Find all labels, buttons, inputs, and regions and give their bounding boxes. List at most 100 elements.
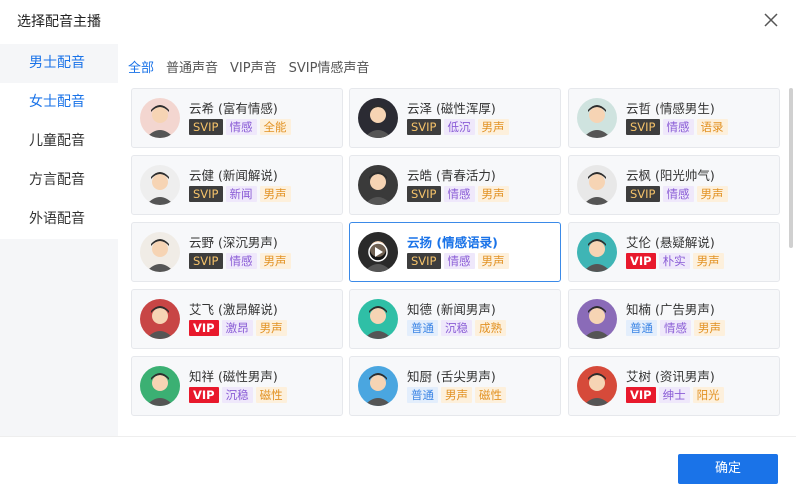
voice-card[interactable]: 云野 (深沉男声) SVIP 情感 男声 [131,222,343,282]
voice-tags: 普通 情感 男声 [626,320,725,336]
dialog-header: 选择配音主播 [0,0,796,44]
sidebar-item-dialect[interactable]: 方言配音 [0,161,118,200]
voice-tag-badge: 普通 [626,320,657,336]
voice-tags: VIP 沉稳 磁性 [189,387,287,403]
voice-tag-badge: 成熟 [475,320,506,336]
sidebar-item-foreign[interactable]: 外语配音 [0,200,118,239]
voice-name: 知厨 (舌尖男声) [407,369,496,384]
voice-tag-badge: VIP [626,253,656,269]
voice-tag-badge: 情感 [660,320,691,336]
voice-card[interactable]: 知厨 (舌尖男声) 普通 男声 磁性 [349,356,561,416]
avatar [577,232,617,272]
voice-name: 知德 (新闻男声) [407,302,496,317]
voice-tags: VIP 绅士 阳光 [626,387,724,403]
voice-card[interactable]: 艾树 (资讯男声) VIP 绅士 阳光 [568,356,780,416]
voice-name: 云健 (新闻解说) [189,168,278,183]
voice-tag-badge: 磁性 [475,387,506,403]
tab-all[interactable]: 全部 [128,57,154,77]
voice-tag-badge: 语录 [696,119,728,135]
voice-tag-badge: 情感 [662,186,694,202]
voice-card[interactable]: 艾飞 (激昂解说) VIP 激昂 男声 [131,289,343,349]
avatar [577,299,617,339]
voice-card[interactable]: 云扬 (情感语录) SVIP 情感 男声 [349,222,561,282]
sidebar-item-male[interactable]: 男士配音 [0,44,118,83]
voice-tags: SVIP 低沉 男声 [407,119,509,135]
avatar [358,98,398,138]
voice-tag-badge: 朴实 [658,253,690,269]
close-icon[interactable] [762,11,780,29]
avatar [140,165,180,205]
voice-tag-badge: SVIP [407,186,441,202]
voice-card[interactable]: 艾伦 (悬疑解说) VIP 朴实 男声 [568,222,780,282]
voice-card[interactable]: 知祥 (磁性男声) VIP 沉稳 磁性 [131,356,343,416]
voice-name: 知楠 (广告男声) [626,302,715,317]
voice-tag-badge: SVIP [407,119,441,135]
voice-tag-badge: 男声 [696,186,728,202]
voice-name: 艾飞 (激昂解说) [189,302,278,317]
voice-tags: SVIP 情感 男声 [626,186,728,202]
voice-name: 云哲 (情感男生) [626,101,715,116]
voice-name: 知祥 (磁性男声) [189,369,278,384]
voice-card[interactable]: 云皓 (青春活力) SVIP 情感 男声 [349,155,561,215]
voice-tags: 普通 沉稳 成熟 [407,320,506,336]
voice-card[interactable]: 云哲 (情感男生) SVIP 情感 语录 [568,88,780,148]
voice-name: 艾伦 (悬疑解说) [626,235,715,250]
category-sidebar: 男士配音 女士配音 儿童配音 方言配音 外语配音 [0,44,118,436]
voice-picker-dialog: 选择配音主播 男士配音 女士配音 儿童配音 方言配音 外语配音 全部 普通声音 … [0,0,796,497]
voice-tag-badge: 男声 [259,253,291,269]
avatar [140,232,180,272]
voice-card[interactable]: 云枫 (阳光帅气) SVIP 情感 男声 [568,155,780,215]
voice-tags: 普通 男声 磁性 [407,387,506,403]
voice-card[interactable]: 云健 (新闻解说) SVIP 新闻 男声 [131,155,343,215]
voice-card[interactable]: 知德 (新闻男声) 普通 沉稳 成熟 [349,289,561,349]
grid-scrollbar[interactable] [789,88,793,248]
voice-tag-badge: 男声 [255,320,287,336]
voice-tag-badge: 低沉 [443,119,475,135]
sidebar-item-female[interactable]: 女士配音 [0,83,118,122]
confirm-button[interactable]: 确定 [678,454,778,484]
tab-vip[interactable]: VIP声音 [230,57,277,77]
voice-card[interactable]: 知楠 (广告男声) 普通 情感 男声 [568,289,780,349]
voice-tag-badge: 沉稳 [221,387,253,403]
voice-tag-badge: SVIP [189,253,223,269]
voice-tag-badge: 普通 [407,320,438,336]
voice-name: 艾树 (资讯男声) [626,369,715,384]
voice-tag-badge: VIP [626,387,656,403]
voice-tag-badge: 男声 [692,253,724,269]
voice-name: 云希 (富有情感) [189,101,278,116]
voice-tags: SVIP 情感 男声 [407,186,509,202]
voice-name: 云枫 (阳光帅气) [626,168,715,183]
voice-tag-badge: 磁性 [255,387,287,403]
voice-tag-badge: 男声 [477,186,509,202]
voice-tag-badge: SVIP [189,119,223,135]
voice-tag-badge: 情感 [225,253,257,269]
sidebar-item-child[interactable]: 儿童配音 [0,122,118,161]
voice-tags: VIP 激昂 男声 [189,320,287,336]
avatar [358,299,398,339]
voice-tag-badge: 新闻 [225,186,257,202]
voice-grid: 云希 (富有情感) SVIP 情感 全能 云泽 (磁性浑厚) SVIP 低沉 男声 云哲 (情感… [131,88,781,436]
avatar [358,165,398,205]
avatar [577,98,617,138]
tab-normal[interactable]: 普通声音 [166,57,218,77]
voice-tag-badge: 男声 [477,253,509,269]
voice-name: 云皓 (青春活力) [407,168,496,183]
voice-tag-badge: 沉稳 [441,320,472,336]
voice-tags: VIP 朴实 男声 [626,253,724,269]
tab-svip-emotion[interactable]: SVIP情感声音 [289,57,370,77]
voice-tag-badge: SVIP [626,186,660,202]
voice-tag-badge: VIP [189,320,219,336]
voice-tag-badge: 男声 [259,186,291,202]
voice-tag-badge: 情感 [225,119,257,135]
voice-tag-badge: 情感 [662,119,694,135]
footer-divider [0,436,796,437]
voice-tag-badge: 情感 [443,253,475,269]
avatar [140,98,180,138]
voice-tag-badge: 全能 [259,119,291,135]
voice-tags: SVIP 情感 全能 [189,119,291,135]
voice-card[interactable]: 云泽 (磁性浑厚) SVIP 低沉 男声 [349,88,561,148]
voice-card[interactable]: 云希 (富有情感) SVIP 情感 全能 [131,88,343,148]
avatar [358,366,398,406]
voice-tag-badge: 情感 [443,186,475,202]
avatar [577,366,617,406]
